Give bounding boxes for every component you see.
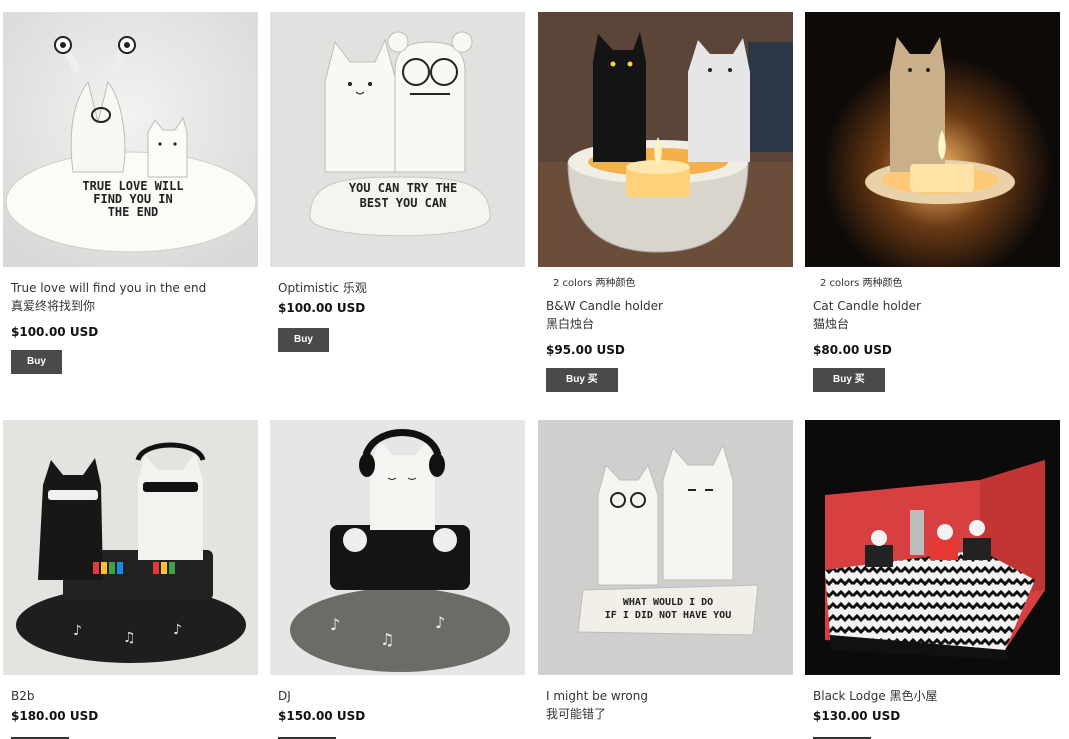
product-price: $150.00 USD [278, 709, 366, 723]
plaque-text: WHAT WOULD I DO [623, 597, 713, 608]
product-title-en[interactable]: B2b [11, 689, 34, 703]
plaque-text: YOU CAN TRY THE [349, 181, 457, 195]
product-title-en[interactable]: Cat Candle holder [813, 299, 921, 313]
product-price: $95.00 USD [546, 343, 625, 357]
product-image[interactable]: ♪ ♫ ♪ [3, 420, 258, 675]
product-card[interactable]: 2 colors 两种颜色 Cat Candle holder 猫烛台 $80.… [805, 12, 1060, 392]
product-price: $180.00 USD [11, 709, 99, 723]
buy-button[interactable]: Buy [278, 328, 329, 352]
product-title[interactable]: True love will find you in the end 真爱终将找… [11, 279, 258, 315]
svg-text:♪: ♪ [330, 615, 340, 634]
product-image[interactable]: YOU CAN TRY THE BEST YOU CAN [270, 12, 525, 267]
svg-text:♪: ♪ [173, 622, 182, 638]
product-image[interactable]: ♪ ♫ ♪ [270, 420, 525, 675]
product-note: 2 colors 两种颜色 [553, 278, 636, 289]
buy-button[interactable]: Buy [11, 350, 62, 374]
plaque-text: BEST YOU CAN [360, 196, 447, 210]
product-title-en[interactable]: Optimistic 乐观 [278, 281, 367, 295]
product-title[interactable]: Black Lodge 黑色小屋 [813, 687, 1060, 705]
product-title-en[interactable]: True love will find you in the end [11, 281, 206, 295]
product-title-cn[interactable]: 黑白烛台 [546, 315, 793, 333]
product-title-en[interactable]: I might be wrong [546, 689, 648, 703]
product-card[interactable]: WHAT WOULD I DO IF I DID NOT HAVE YOU I … [538, 420, 793, 723]
product-title-cn[interactable]: 猫烛台 [813, 315, 1060, 333]
svg-text:♫: ♫ [123, 630, 136, 646]
product-title[interactable]: Cat Candle holder 猫烛台 [813, 297, 1060, 333]
product-card[interactable]: YOU CAN TRY THE BEST YOU CAN Optimistic … [270, 12, 525, 352]
product-price: $100.00 USD [11, 325, 99, 339]
product-price: $80.00 USD [813, 343, 892, 357]
product-image[interactable] [805, 12, 1060, 267]
product-title[interactable]: B2b [11, 687, 258, 705]
buy-button[interactable]: Buy 买 [813, 368, 885, 392]
product-card[interactable]: ♪ ♫ ♪ B2b $180.00 USD [3, 420, 258, 725]
product-title[interactable]: I might be wrong 我可能错了 [546, 687, 793, 723]
product-image[interactable] [805, 420, 1060, 675]
product-title[interactable]: B&W Candle holder 黑白烛台 [546, 297, 793, 333]
product-card[interactable]: 2 colors 两种颜色 B&W Candle holder 黑白烛台 $95… [538, 12, 793, 392]
product-title-en[interactable]: Black Lodge 黑色小屋 [813, 689, 938, 703]
plaque-text: IF I DID NOT HAVE YOU [605, 610, 731, 621]
product-title[interactable]: DJ [278, 687, 525, 705]
product-title-cn[interactable]: 真爱终将找到你 [11, 297, 258, 315]
product-card[interactable]: Black Lodge 黑色小屋 $130.00 USD [805, 420, 1060, 725]
product-image[interactable]: TRUE LOVE WILL FIND YOU IN THE END [3, 12, 258, 267]
product-price: $100.00 USD [278, 301, 366, 315]
product-card[interactable]: ♪ ♫ ♪ DJ $150.00 USD [270, 420, 525, 725]
svg-text:♪: ♪ [435, 613, 445, 632]
product-title-en[interactable]: B&W Candle holder [546, 299, 663, 313]
product-title-cn[interactable]: 我可能错了 [546, 705, 793, 723]
product-title-en[interactable]: DJ [278, 689, 291, 703]
svg-text:♫: ♫ [380, 630, 394, 649]
plaque-text: TRUE LOVE WILL [82, 179, 183, 193]
product-note: 2 colors 两种颜色 [820, 278, 903, 289]
product-card[interactable]: TRUE LOVE WILL FIND YOU IN THE END True … [3, 12, 258, 374]
product-image[interactable]: WHAT WOULD I DO IF I DID NOT HAVE YOU [538, 420, 793, 675]
product-image[interactable] [538, 12, 793, 267]
product-title[interactable]: Optimistic 乐观 [278, 279, 525, 297]
svg-text:♪: ♪ [73, 623, 82, 639]
buy-button[interactable]: Buy 买 [546, 368, 618, 392]
plaque-text: THE END [108, 205, 159, 219]
plaque-text: FIND YOU IN [93, 192, 172, 206]
product-price: $130.00 USD [813, 709, 901, 723]
